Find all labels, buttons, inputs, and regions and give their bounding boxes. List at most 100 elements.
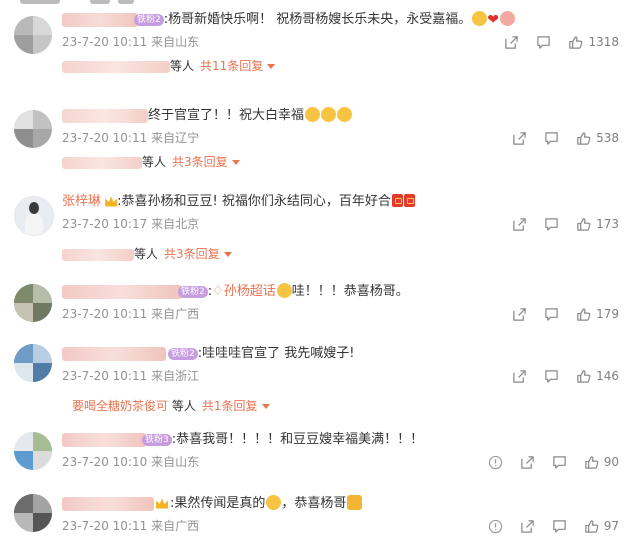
like-button[interactable]: 173: [576, 217, 619, 232]
comment-icon: [544, 369, 559, 384]
share-icon: [520, 519, 535, 534]
reply-user-link[interactable]: 要喝全糖奶茶俊可: [72, 399, 168, 413]
blurred-username[interactable]: [62, 284, 182, 299]
avatar[interactable]: [14, 284, 52, 322]
share-button[interactable]: [520, 519, 535, 534]
more-replies-link[interactable]: 共11条回复: [200, 59, 263, 73]
commenter-name[interactable]: 张梓琳: [62, 194, 101, 209]
avatar[interactable]: [14, 110, 52, 148]
blurred-username[interactable]: [62, 12, 138, 27]
comment-content: 铁粉2:哇哇哇官宣了 我先喊嫂子!: [62, 344, 354, 364]
comment-actions: 1318: [487, 32, 619, 52]
comment-text: :恭喜孙杨和豆豆! 祝福你们永结同心，百年好合: [117, 194, 391, 209]
share-button[interactable]: [504, 35, 519, 50]
more-replies-link[interactable]: 共3条回复: [172, 155, 228, 169]
comment-actions: 90: [471, 452, 619, 472]
thumbs-up-icon: [576, 131, 591, 146]
share-button[interactable]: [520, 455, 535, 470]
comment-location: 来自山东: [151, 35, 200, 49]
comment-location: 来自浙江: [151, 369, 200, 383]
report-button[interactable]: [488, 455, 503, 470]
comment-actions: 173: [495, 214, 619, 234]
blurred-username[interactable]: [62, 496, 154, 511]
avatar[interactable]: [14, 432, 52, 470]
blurred-reply-user[interactable]: [62, 60, 170, 73]
reply-button[interactable]: [552, 519, 567, 534]
comment-icon: [552, 519, 567, 534]
blurred-username[interactable]: [62, 432, 146, 447]
reply-button[interactable]: [544, 307, 559, 322]
more-replies-link[interactable]: 共3条回复: [164, 247, 220, 261]
comment-icon: [536, 35, 551, 50]
comment-location: 来自广西: [151, 307, 200, 321]
comment-meta: 23-7-20 10:11 来自广西: [62, 306, 199, 322]
reply-button[interactable]: [544, 131, 559, 146]
comment-text: :恭喜我哥！！！！和豆豆嫂幸福美满！！！: [171, 432, 424, 447]
chevron-down-icon: [223, 252, 232, 257]
comment-content: 张梓琳 :恭喜孙杨和豆豆! 祝福你们永结同心，百年好合: [62, 192, 415, 212]
like-count: 173: [596, 217, 619, 231]
chevron-down-icon: [261, 404, 270, 409]
share-button[interactable]: [512, 217, 527, 232]
thumbs-up-icon: [584, 519, 599, 534]
supertopic-link[interactable]: 孙杨超话: [224, 284, 276, 299]
reply-suffix: 等人: [142, 155, 167, 169]
comment-actions: 97: [471, 516, 619, 536]
reply-button[interactable]: [544, 217, 559, 232]
like-count: 538: [596, 131, 619, 145]
avatar[interactable]: [14, 196, 54, 236]
avatar[interactable]: [14, 494, 52, 532]
share-button[interactable]: [512, 131, 527, 146]
crown-icon: [105, 196, 118, 207]
reply-button[interactable]: [552, 455, 567, 470]
share-icon: [512, 131, 527, 146]
reply-summary: 等人 共3条回复: [62, 246, 232, 262]
reply-button[interactable]: [536, 35, 551, 50]
like-button[interactable]: 538: [576, 131, 619, 146]
blurred-username[interactable]: [62, 346, 166, 361]
like-count: 90: [603, 455, 619, 469]
avatar[interactable]: [14, 16, 52, 54]
exclamation-icon: [488, 455, 503, 470]
blurred-username[interactable]: [62, 108, 148, 123]
thumbs-up-icon: [568, 35, 583, 50]
share-icon: [504, 35, 519, 50]
comment-content: 铁粉2:杨哥新婚快乐啊！ 祝杨哥杨嫂长乐未央，永受嘉福。 ❤: [62, 10, 515, 30]
comment-location: 来自山东: [151, 455, 200, 469]
reply-summary: 等人 共11条回复: [62, 58, 276, 74]
fan-badge: 铁粉3: [142, 433, 172, 446]
crying-emoji-icon: [337, 107, 353, 122]
comment-content: 终于官宣了！！祝大白幸福: [62, 106, 353, 126]
comment-content: 铁粉2:♢孙杨超话 哇！！！恭喜杨哥。: [62, 282, 409, 302]
more-replies-link[interactable]: 共1条回复: [202, 399, 258, 413]
reply-suffix: 等人: [134, 247, 159, 261]
surprised-emoji-icon: [266, 495, 282, 510]
comment-text: 终于官宣了！！祝大白幸福: [148, 108, 305, 123]
blurred-reply-user[interactable]: [62, 248, 134, 261]
like-count: 146: [596, 369, 619, 383]
thumbs-up-icon: [576, 307, 591, 322]
thumbs-up-icon: [576, 217, 591, 232]
comment-text-2: ，恭喜杨哥: [281, 496, 347, 511]
share-button[interactable]: [512, 307, 527, 322]
avatar[interactable]: [14, 344, 52, 382]
comment-location: 来自北京: [151, 217, 200, 231]
fan-badge: 铁粉2: [178, 285, 208, 298]
like-button[interactable]: 90: [584, 455, 619, 470]
reply-summary: 等人 共3条回复: [62, 154, 240, 170]
report-button[interactable]: [488, 519, 503, 534]
share-button[interactable]: [512, 369, 527, 384]
like-button[interactable]: 97: [584, 519, 619, 534]
comment-time: 23-7-20 10:11: [62, 307, 148, 321]
comment-content: 铁粉3:恭喜我哥！！！！和豆豆嫂幸福美满！！！: [62, 430, 423, 450]
like-button[interactable]: 1318: [568, 35, 619, 50]
reply-button[interactable]: [544, 369, 559, 384]
heart-eyes-emoji-icon: [276, 283, 292, 298]
comment-content: :果然传闻是真的 ，恭喜杨哥: [62, 494, 363, 514]
like-button[interactable]: 146: [576, 369, 619, 384]
comment-location: 来自广西: [151, 519, 200, 533]
like-count: 1318: [588, 35, 619, 49]
comment-time: 23-7-20 10:11: [62, 519, 148, 533]
blurred-reply-user[interactable]: [62, 156, 142, 169]
like-button[interactable]: 179: [576, 307, 619, 322]
